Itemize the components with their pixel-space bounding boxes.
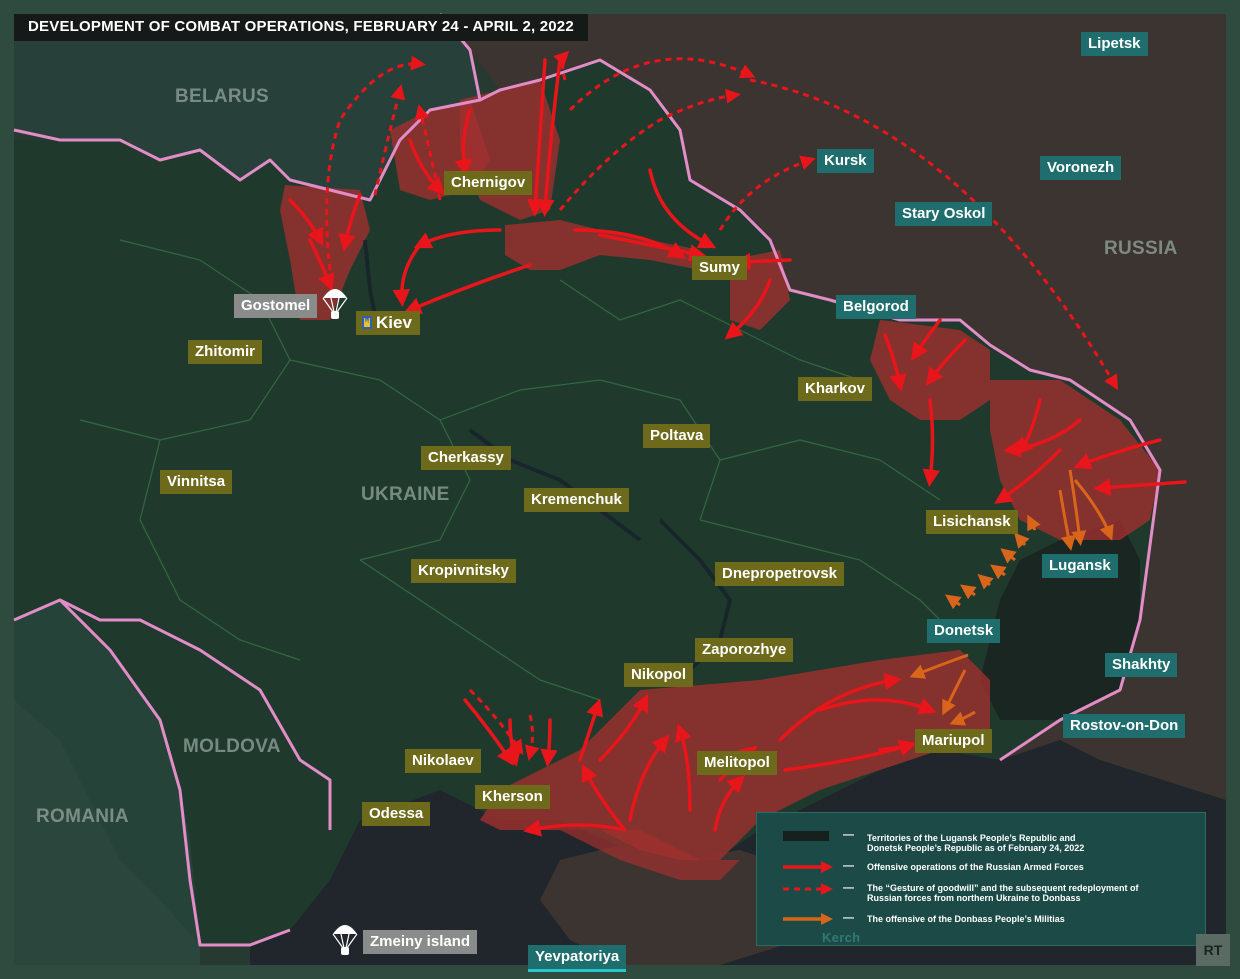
city-label-chernigov: Chernigov [444, 171, 533, 195]
airborne-label-zmeiny-island: Zmeiny island [363, 930, 478, 954]
city-label-nikopol: Nikopol [624, 663, 693, 687]
city-label-kursk: Kursk [817, 149, 874, 173]
legend-dash: — [843, 860, 854, 872]
city-label-melitopol: Melitopol [697, 751, 777, 775]
city-label-mariupol: Mariupol [915, 729, 992, 753]
city-label-kiev: Kiev [356, 311, 420, 335]
legend-dash: — [843, 829, 854, 841]
map-title: DEVELOPMENT OF COMBAT OPERATIONS, FEBRUA… [14, 14, 588, 41]
city-label-odessa: Odessa [362, 802, 431, 826]
legend-text: Offensive operations of the Russian Arme… [867, 862, 1084, 872]
country-label-ukraine: UKRAINE [361, 484, 450, 505]
legend-text: The “Gesture of goodwill” and the subseq… [867, 883, 1139, 903]
legend-dash: — [843, 912, 854, 924]
city-label-zhitomir: Zhitomir [188, 340, 262, 364]
country-label-belarus: BELARUS [175, 86, 269, 107]
country-label-romania: ROMANIA [36, 806, 129, 827]
city-label-voronezh: Voronezh [1040, 156, 1122, 180]
city-label-yevpatoriya: Yevpatoriya [528, 945, 627, 972]
kiev-text: Kiev [376, 313, 412, 332]
country-label-moldova: MOLDOVA [183, 736, 281, 757]
city-label-shakhty: Shakhty [1105, 653, 1178, 677]
parachute-icon [332, 925, 358, 955]
city-label-lisichansk: Lisichansk [926, 510, 1018, 534]
city-label-kremenchuk: Kremenchuk [524, 488, 629, 512]
legend-solid-arrow-icon [783, 861, 833, 873]
city-label-zaporozhye: Zaporozhye [695, 638, 794, 662]
city-label-sumy: Sumy [692, 256, 747, 280]
legend-text: The offensive of the Donbass People’s Mi… [867, 914, 1065, 924]
parachute-icon [322, 289, 348, 319]
city-label-belgorod: Belgorod [836, 295, 916, 319]
city-label-kherson: Kherson [475, 785, 550, 809]
legend-dashed-arrow-icon [783, 883, 833, 895]
legend-dash: — [843, 882, 854, 894]
legend-territory-swatch [783, 831, 829, 841]
city-label-poltava: Poltava [643, 424, 711, 448]
country-label-russia: RUSSIA [1104, 238, 1178, 259]
airborne-label-gostomel: Gostomel [234, 294, 318, 318]
map-legend: — Territories of the Lugansk People’s Re… [756, 812, 1206, 946]
city-label-cherkassy: Cherkassy [421, 446, 511, 470]
city-label-nikolaev: Nikolaev [405, 749, 481, 773]
city-label-lipetsk: Lipetsk [1081, 32, 1148, 56]
legend-orange-arrow-icon [783, 913, 833, 925]
city-label-kharkov: Kharkov [798, 377, 873, 401]
city-label-lugansk: Lugansk [1042, 554, 1118, 578]
city-label-dnepropetrovsk: Dnepropetrovsk [715, 562, 845, 586]
city-label-stary-oskol: Stary Oskol [895, 202, 993, 226]
legend-text: Territories of the Lugansk People’s Repu… [867, 833, 1085, 853]
ukraine-coat-of-arms-icon [362, 316, 372, 329]
city-label-donetsk: Donetsk [927, 619, 1001, 643]
city-label-rostov-on-don: Rostov-on-Don [1063, 714, 1186, 738]
city-label-vinnitsa: Vinnitsa [160, 470, 233, 494]
sea-label-kerch: Kerch [822, 930, 861, 945]
city-label-kropivnitsky: Kropivnitsky [411, 559, 516, 583]
rt-logo: RT [1196, 934, 1230, 966]
